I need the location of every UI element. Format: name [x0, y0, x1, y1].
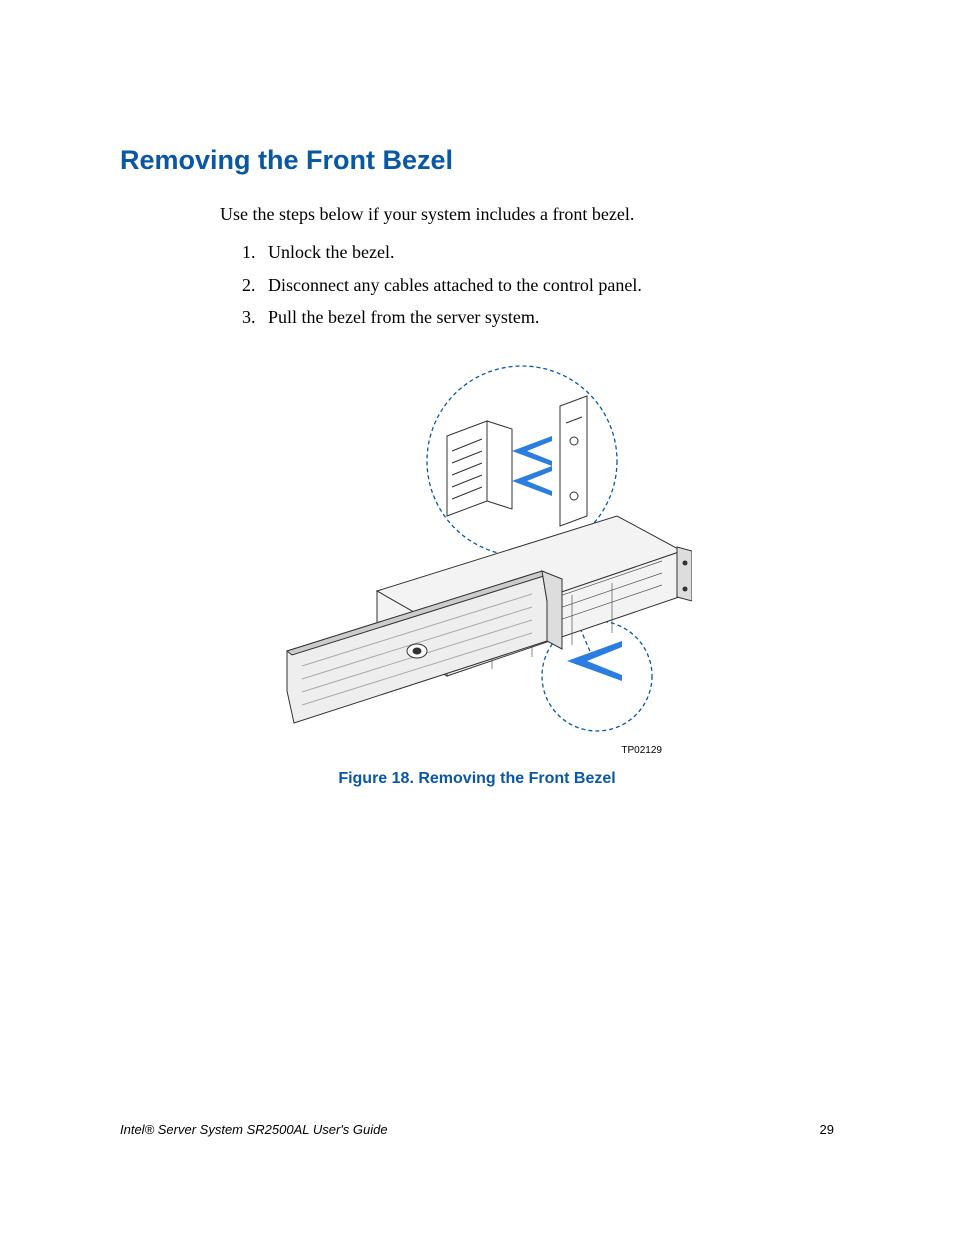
step-2: Disconnect any cables attached to the co… [260, 270, 834, 301]
step-1: Unlock the bezel. [260, 237, 834, 268]
bezel-removal-diagram [262, 351, 692, 751]
figure-reference-code: TP02129 [262, 745, 692, 756]
section-heading: Removing the Front Bezel [120, 145, 834, 176]
page-footer: Intel® Server System SR2500AL User's Gui… [120, 1122, 834, 1137]
steps-list: Unlock the bezel. Disconnect any cables … [260, 237, 834, 333]
figure-container: TP02129 Figure 18. Removing the Front Be… [262, 351, 692, 788]
step-3: Pull the bezel from the server system. [260, 302, 834, 333]
figure-caption: Figure 18. Removing the Front Bezel [262, 770, 692, 788]
footer-page-number: 29 [820, 1122, 834, 1137]
footer-doc-title: Intel® Server System SR2500AL User's Gui… [120, 1122, 388, 1137]
intro-text: Use the steps below if your system inclu… [220, 202, 834, 227]
